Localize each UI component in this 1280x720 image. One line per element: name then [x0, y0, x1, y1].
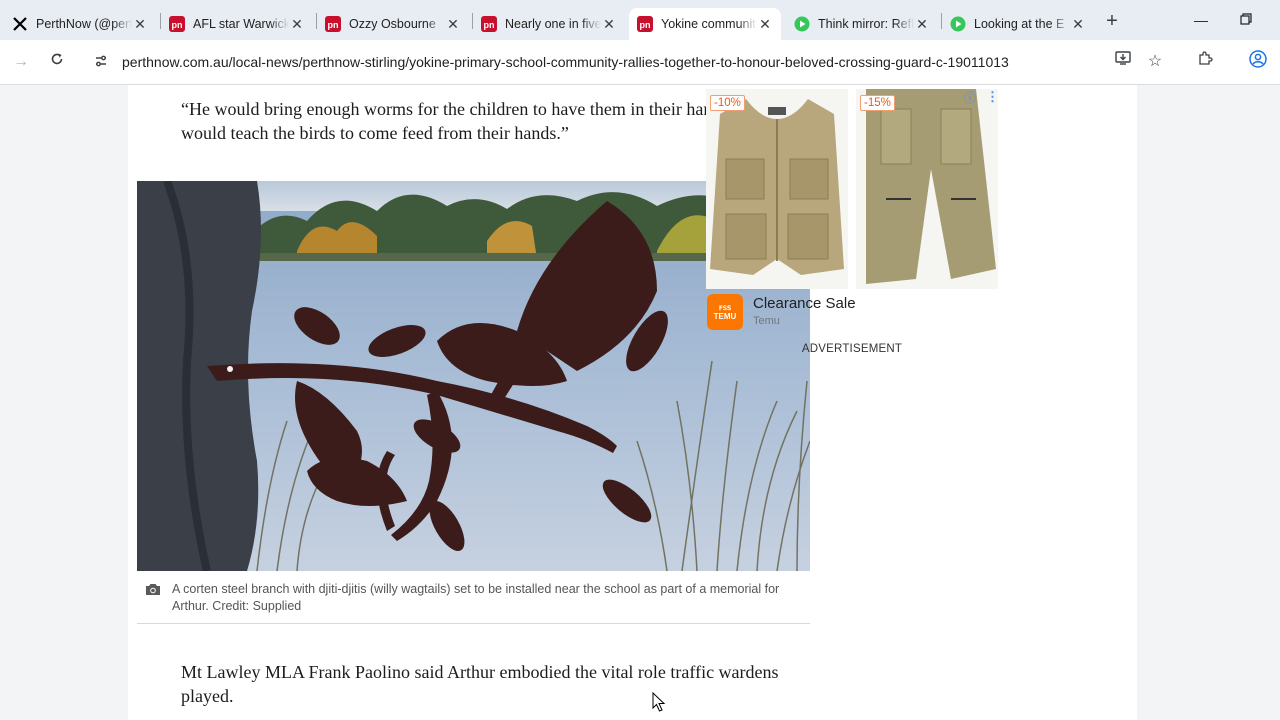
bookmark-star-icon[interactable]: ☆ [1143, 50, 1167, 74]
caption-divider [137, 623, 810, 624]
play-icon [950, 16, 966, 32]
tab-title: Think mirror: Reflect [818, 17, 914, 31]
address-bar[interactable]: perthnow.com.au/local-news/perthnow-stir… [84, 47, 1184, 77]
ad-vest-image[interactable]: -10% [706, 89, 848, 289]
discount-badge: -15% [860, 95, 895, 111]
ad-product-images[interactable]: -10% -15% ⓘ ⋮ [706, 89, 999, 289]
close-icon[interactable]: ✕ [445, 16, 461, 32]
perthnow-icon: pn [325, 16, 341, 32]
tab-6[interactable]: Looking at the E ✕ [942, 8, 1094, 40]
camera-icon [145, 581, 169, 615]
site-info-icon[interactable] [90, 54, 112, 71]
tab-title: PerthNow (@perthnow) [36, 17, 132, 31]
extensions-icon[interactable] [1193, 50, 1217, 74]
minimize-button[interactable]: — [1181, 6, 1221, 34]
ad-shorts-image[interactable]: -15% [856, 89, 998, 289]
tab-strip: PerthNow (@perthnow) ✕ pn AFL star Warwi… [0, 0, 1280, 40]
tab-4-active[interactable]: pn Yokine community ✕ [629, 8, 781, 40]
reload-icon [51, 53, 63, 65]
back-button[interactable]: → [8, 49, 34, 75]
tab-2[interactable]: pn Ozzy Osbourne ✕ [317, 8, 469, 40]
play-icon [794, 16, 810, 32]
tab-1[interactable]: pn AFL star Warwick ✕ [161, 8, 313, 40]
tab-title: Looking at the E [974, 17, 1065, 31]
tab-title: Nearly one in five [505, 17, 601, 31]
ad-menu-icon[interactable]: ⋮ [986, 89, 999, 105]
web-page: “He would bring enough worms for the chi… [0, 85, 1280, 720]
install-app-icon[interactable] [1111, 50, 1135, 74]
tab-5[interactable]: Think mirror: Reflect ✕ [786, 8, 938, 40]
photo-caption: A corten steel branch with djiti-djitis … [137, 581, 810, 615]
ad-title[interactable]: Clearance Sale [753, 295, 856, 312]
ad-brand-row[interactable]: ꜰꜱꜱ TEMU Clearance Sale Temu [706, 293, 998, 333]
caption-text: A corten steel branch with djiti-djitis … [172, 582, 780, 613]
url-text[interactable]: perthnow.com.au/local-news/perthnow-stir… [122, 54, 1009, 70]
tab-title: Ozzy Osbourne [349, 17, 436, 31]
close-icon[interactable]: ✕ [914, 16, 930, 32]
mouse-cursor-icon [652, 691, 666, 718]
article-quote: “He would bring enough worms for the chi… [181, 99, 778, 143]
tab-title: Yokine community [661, 17, 757, 31]
article-paragraph: Mt Lawley MLA Frank Paolino said Arthur … [181, 662, 779, 706]
tab-0[interactable]: PerthNow (@perthnow) ✕ [4, 8, 156, 40]
temu-logo: ꜰꜱꜱ TEMU [707, 294, 743, 330]
svg-text:pn: pn [484, 20, 495, 30]
svg-text:pn: pn [328, 20, 339, 30]
ad-info-icon[interactable]: ⓘ [964, 89, 976, 106]
perthnow-icon: pn [481, 16, 497, 32]
close-icon[interactable]: ✕ [1070, 16, 1086, 32]
restore-icon [1240, 13, 1252, 25]
perthnow-icon: pn [637, 16, 653, 32]
reload-button[interactable] [44, 49, 70, 75]
tab-3[interactable]: pn Nearly one in five ✕ [473, 8, 625, 40]
discount-badge: -10% [710, 95, 745, 111]
new-tab-button[interactable]: + [1100, 10, 1124, 34]
close-icon[interactable]: ✕ [601, 16, 617, 32]
ad-source: Temu [753, 315, 780, 327]
profile-icon[interactable] [1246, 50, 1270, 74]
advertisement-label: ADVERTISEMENT [801, 343, 903, 355]
tab-title: AFL star Warwick [193, 17, 289, 31]
restore-button[interactable] [1226, 6, 1266, 34]
perthnow-icon: pn [169, 16, 185, 32]
close-icon[interactable]: ✕ [289, 16, 305, 32]
svg-text:pn: pn [172, 20, 183, 30]
close-icon[interactable]: ✕ [132, 16, 148, 32]
close-icon[interactable]: ✕ [757, 16, 773, 32]
x-logo-icon [12, 16, 28, 32]
svg-text:pn: pn [640, 20, 651, 30]
browser-toolbar: → perthnow.com.au/local-news/perthnow-st… [0, 40, 1280, 85]
